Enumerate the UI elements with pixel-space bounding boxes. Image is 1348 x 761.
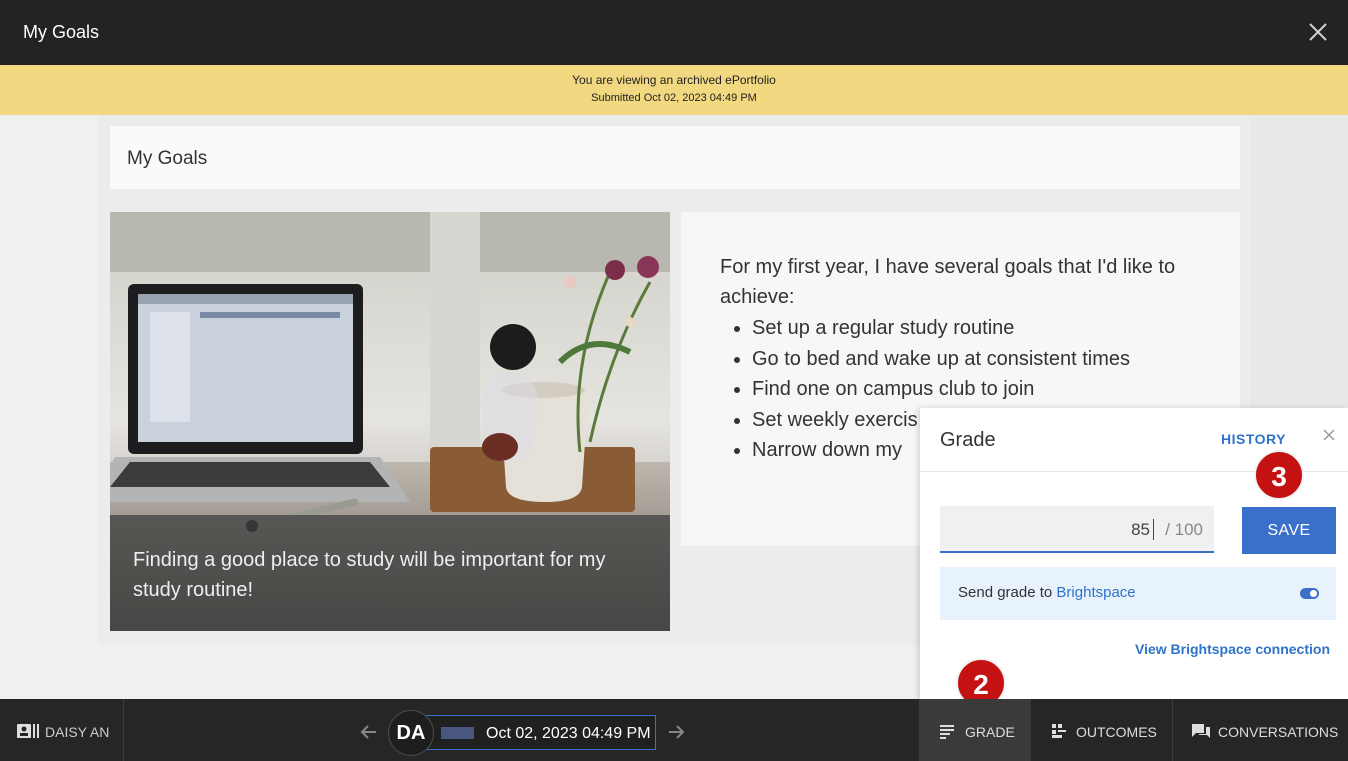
text-cursor bbox=[1153, 519, 1154, 540]
save-button[interactable]: SAVE bbox=[1242, 507, 1336, 554]
submission-date: Oct 02, 2023 04:49 PM bbox=[486, 725, 651, 742]
student-card-icon bbox=[17, 724, 39, 738]
window-title: My Goals bbox=[23, 22, 100, 42]
close-icon[interactable] bbox=[1322, 428, 1336, 442]
view-brightspace-connection-link[interactable]: View Brightspace connection bbox=[1135, 641, 1330, 657]
study-photo: Finding a good place to study will be im… bbox=[110, 212, 670, 631]
grade-icon bbox=[940, 725, 954, 739]
bottom-bar: DAISY AN Oct 02, 2023 04:49 PM DA GRADE … bbox=[0, 699, 1348, 761]
archived-message: You are viewing an archived ePortfolio bbox=[572, 73, 776, 87]
history-link[interactable]: HISTORY bbox=[1221, 431, 1286, 447]
send-grade-text: Send grade to bbox=[958, 584, 1057, 601]
tab-outcomes[interactable]: OUTCOMES bbox=[1031, 699, 1172, 761]
top-bar: My Goals bbox=[0, 0, 1348, 65]
score-value: 85 bbox=[1131, 520, 1150, 539]
student-selector[interactable]: DAISY AN bbox=[0, 699, 124, 761]
brightspace-link[interactable]: Brightspace bbox=[1056, 584, 1135, 601]
send-grade-label: Send grade to Brightspace bbox=[958, 584, 1136, 601]
list-item: Go to bed and wake up at consistent time… bbox=[752, 344, 1130, 375]
outcomes-icon bbox=[1052, 724, 1066, 738]
tab-label: GRADE bbox=[965, 724, 1015, 740]
image-caption: Finding a good place to study will be im… bbox=[133, 549, 606, 601]
image-caption-overlay: Finding a good place to study will be im… bbox=[110, 515, 670, 631]
arrow-right-icon[interactable] bbox=[667, 724, 685, 740]
toggle-knob bbox=[1310, 590, 1317, 597]
artifact-heading-card: My Goals bbox=[110, 126, 1240, 189]
send-grade-row: Send grade to Brightspace bbox=[940, 567, 1336, 620]
send-grade-toggle[interactable] bbox=[1300, 588, 1319, 599]
callout-badge-3: 3 bbox=[1254, 450, 1304, 500]
arrow-left-icon[interactable] bbox=[360, 724, 378, 740]
artifact-heading: My Goals bbox=[127, 148, 208, 169]
score-max: / 100 bbox=[1165, 520, 1203, 539]
redacted-name bbox=[441, 727, 474, 739]
list-item: Set up a regular study routine bbox=[752, 313, 1130, 344]
goals-intro: For my first year, I have several goals … bbox=[720, 256, 1176, 308]
conversations-icon bbox=[1192, 724, 1210, 738]
avatar: DA bbox=[388, 710, 434, 756]
score-input[interactable]: 85 / 100 bbox=[940, 506, 1214, 553]
tab-conversations[interactable]: CONVERSATIONS bbox=[1172, 699, 1348, 761]
tab-label: CONVERSATIONS bbox=[1218, 724, 1339, 740]
student-name: DAISY AN bbox=[45, 724, 110, 740]
list-item: Find one on campus club to join bbox=[752, 374, 1130, 405]
archived-banner: You are viewing an archived ePortfolio S… bbox=[0, 65, 1348, 115]
tab-label: OUTCOMES bbox=[1076, 724, 1157, 740]
tab-grade[interactable]: GRADE bbox=[919, 699, 1031, 761]
submitted-date: Submitted Oct 02, 2023 04:49 PM bbox=[591, 92, 757, 104]
submission-selector[interactable]: Oct 02, 2023 04:49 PM bbox=[418, 715, 656, 750]
close-icon[interactable] bbox=[1306, 20, 1330, 44]
grade-panel-title: Grade bbox=[940, 429, 996, 451]
